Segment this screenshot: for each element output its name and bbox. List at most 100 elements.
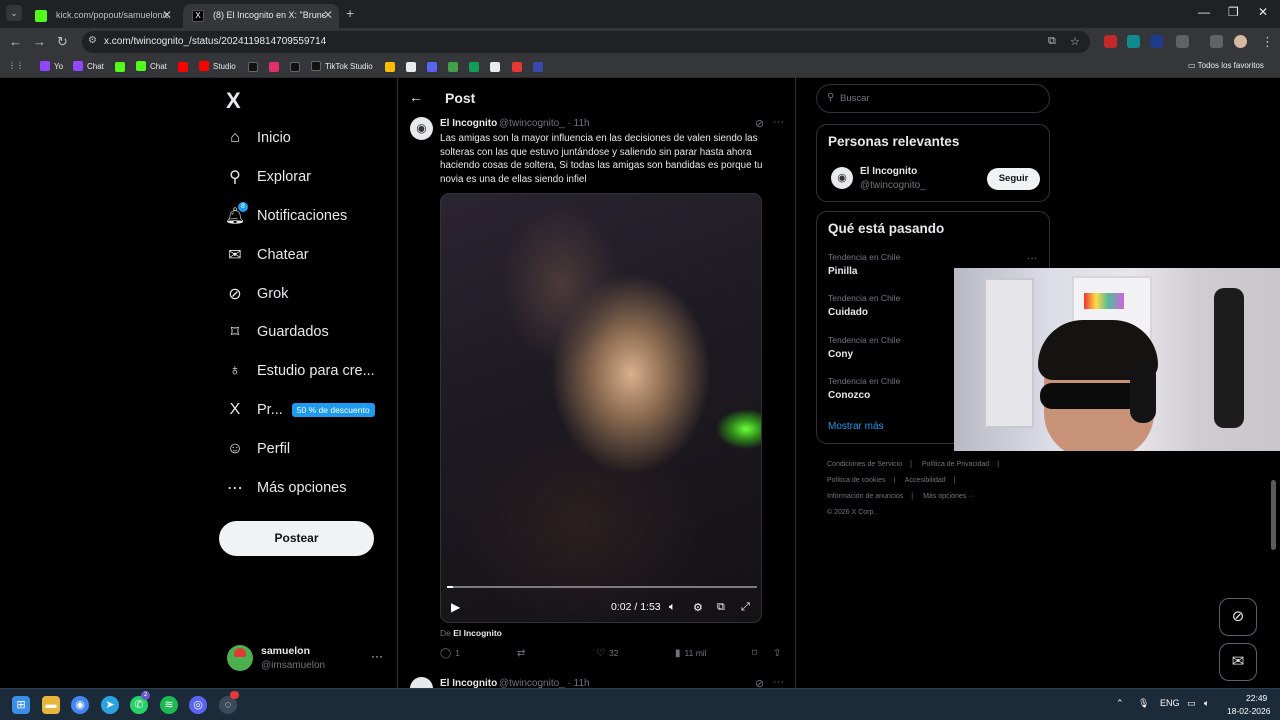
bookmark-yo[interactable]: Yo: [40, 61, 63, 71]
url-text[interactable]: x.com/twincognito_/status/20241198147095…: [104, 36, 326, 47]
back-arrow-icon[interactable]: ←: [409, 89, 423, 105]
more-icon[interactable]: ···: [773, 676, 784, 688]
profile-avatar[interactable]: [1234, 35, 1247, 48]
trend-item[interactable]: Tendencia en Chile Cony: [828, 335, 900, 360]
browser-menu-icon[interactable]: ⋮: [1261, 34, 1274, 50]
grok-icon[interactable]: ⊘: [1219, 598, 1257, 636]
footer-link[interactable]: Política de cookies: [827, 477, 885, 484]
monitor-icon[interactable]: ▭: [1187, 698, 1196, 709]
footer-link[interactable]: Accesibilidad: [905, 477, 946, 484]
author-name[interactable]: El Incognito: [440, 118, 497, 129]
footer-link[interactable]: Política de Privacidad: [922, 461, 989, 468]
microphone-icon[interactable]: 🎙︎: [1138, 698, 1149, 709]
tiktok-icon[interactable]: [290, 62, 300, 72]
more-icon[interactable]: ···: [371, 649, 383, 663]
scrollbar[interactable]: [1271, 480, 1276, 550]
mail-icon[interactable]: ✉: [1219, 643, 1257, 681]
trend-item[interactable]: Tendencia en Chile Conozco: [828, 376, 900, 401]
tab-x-post[interactable]: X (8) El Incognito en X: "Brunengo ✕: [183, 4, 339, 28]
bookmark-icon[interactable]: [490, 62, 500, 72]
extension-icon[interactable]: [1150, 35, 1163, 48]
follow-button[interactable]: Seguir: [987, 168, 1040, 190]
nav-item-grok[interactable]: ⊘ Grok: [226, 280, 288, 308]
reading-list-icon[interactable]: [1210, 35, 1223, 48]
restore-icon[interactable]: ❐: [1228, 5, 1239, 19]
like-button[interactable]: ♡ 32: [596, 648, 618, 659]
bookmark-button[interactable]: ⌑: [752, 648, 761, 659]
footer-link[interactable]: Más opciones ···: [923, 493, 975, 500]
bookmark-studio[interactable]: Studio: [199, 61, 236, 71]
footer-link[interactable]: Información de anuncios: [827, 493, 903, 500]
tab-close-button[interactable]: ✕: [323, 8, 333, 22]
views-button[interactable]: ▮ 11 mil: [675, 648, 707, 659]
search-box[interactable]: ⚲ Buscar: [816, 84, 1050, 113]
apps-grid-icon[interactable]: ⋮⋮: [8, 61, 24, 70]
more-icon[interactable]: ···: [1027, 253, 1037, 264]
x-logo[interactable]: X: [226, 88, 241, 114]
video-player[interactable]: ▶ 0:02 / 1:53 🔈︎ ⚙ ⧉ ⤢: [440, 193, 762, 623]
bookmark-star-icon[interactable]: ☆: [1070, 35, 1080, 48]
nav-item-estudio-para-cre[interactable]: ♁ Estudio para cre...: [226, 357, 375, 385]
site-info-icon[interactable]: ⚙: [88, 35, 97, 46]
grok-icon[interactable]: ⊘: [755, 117, 764, 130]
clock-date[interactable]: 18-02-2026: [1227, 706, 1270, 716]
kick-icon[interactable]: [115, 62, 125, 72]
footer-link[interactable]: Condiciones de Servicio: [827, 461, 902, 468]
youtube-icon[interactable]: [178, 62, 188, 72]
folder-icon[interactable]: ▬: [42, 696, 60, 714]
bookmark-icon[interactable]: [427, 62, 437, 72]
bookmark-chat-twitch[interactable]: Chat: [73, 61, 104, 71]
video-progress-bar[interactable]: [447, 586, 757, 588]
bookmark-icon[interactable]: [512, 62, 522, 72]
forward-icon[interactable]: →: [33, 34, 46, 49]
tab-kick[interactable]: kick.com/popout/samuelon/ch ✕: [26, 4, 178, 28]
bookmark-icon[interactable]: [406, 62, 416, 72]
play-icon[interactable]: ▶: [451, 600, 460, 614]
nav-item-más-opciones[interactable]: ⋯ Más opciones: [226, 474, 346, 502]
chrome-icon[interactable]: ◉: [71, 696, 89, 714]
back-icon[interactable]: ←: [9, 34, 22, 49]
trend-item[interactable]: Tendencia en Chile Pinilla: [828, 252, 900, 277]
drive-icon[interactable]: [385, 62, 395, 72]
discount-badge[interactable]: 50 % de descuento: [291, 403, 375, 417]
bookmark-chat-kick[interactable]: Chat: [136, 61, 167, 71]
tab-close-button[interactable]: ✕: [162, 8, 172, 22]
fullscreen-icon[interactable]: ⤢: [741, 601, 750, 614]
nav-item-guardados[interactable]: ⌑ Guardados: [226, 318, 329, 346]
language-indicator[interactable]: ENG: [1160, 698, 1180, 708]
bookmark-icon[interactable]: [448, 62, 458, 72]
all-bookmarks-folder[interactable]: ▭ Todos los favoritos: [1188, 61, 1264, 70]
volume-icon[interactable]: 🔈︎: [1204, 698, 1209, 709]
telegram-icon[interactable]: ➤: [101, 696, 119, 714]
new-tab-button[interactable]: +: [346, 5, 354, 21]
nav-item-chatear[interactable]: ✉ Chatear: [226, 241, 308, 269]
chevron-up-icon[interactable]: ⌃: [1116, 698, 1124, 709]
extensions-puzzle-icon[interactable]: [1176, 35, 1189, 48]
install-app-icon[interactable]: ⧉: [1048, 35, 1056, 48]
bookmark-icon[interactable]: [533, 62, 543, 72]
repost-button[interactable]: ⇄: [517, 648, 529, 659]
show-more-link[interactable]: Mostrar más: [828, 421, 884, 432]
nav-item-inicio[interactable]: ⌂ Inicio: [226, 124, 291, 152]
start-icon[interactable]: ⊞: [12, 696, 30, 714]
relevant-name[interactable]: El Incognito: [860, 166, 917, 177]
source-name[interactable]: El Incognito: [453, 628, 502, 638]
bookmark-tiktok-studio[interactable]: TikTok Studio: [311, 61, 373, 71]
sheets-icon[interactable]: [469, 62, 479, 72]
avatar[interactable]: ◉: [831, 167, 853, 189]
clock-time[interactable]: 22:49: [1246, 693, 1267, 703]
nav-item-perfil[interactable]: ☺ Perfil: [226, 435, 290, 463]
post-button[interactable]: Postear: [219, 521, 374, 556]
share-button[interactable]: ⇪: [773, 648, 785, 659]
settings-icon[interactable]: ⚙: [693, 601, 703, 614]
volume-icon[interactable]: 🔈︎: [669, 601, 676, 614]
nav-item-notificaciones[interactable]: 🔔︎ 8 Notificaciones: [225, 202, 347, 230]
instagram-icon[interactable]: [269, 62, 279, 72]
tab-search-button[interactable]: ⌄: [6, 5, 22, 21]
reply-button[interactable]: ◯ 1: [440, 648, 460, 659]
extension-icon[interactable]: [1104, 35, 1117, 48]
trend-item[interactable]: Tendencia en Chile Cuidado: [828, 293, 900, 318]
pip-icon[interactable]: ⧉: [717, 601, 725, 614]
search-input[interactable]: Buscar: [840, 93, 870, 104]
discord-icon[interactable]: ◎: [189, 696, 207, 714]
